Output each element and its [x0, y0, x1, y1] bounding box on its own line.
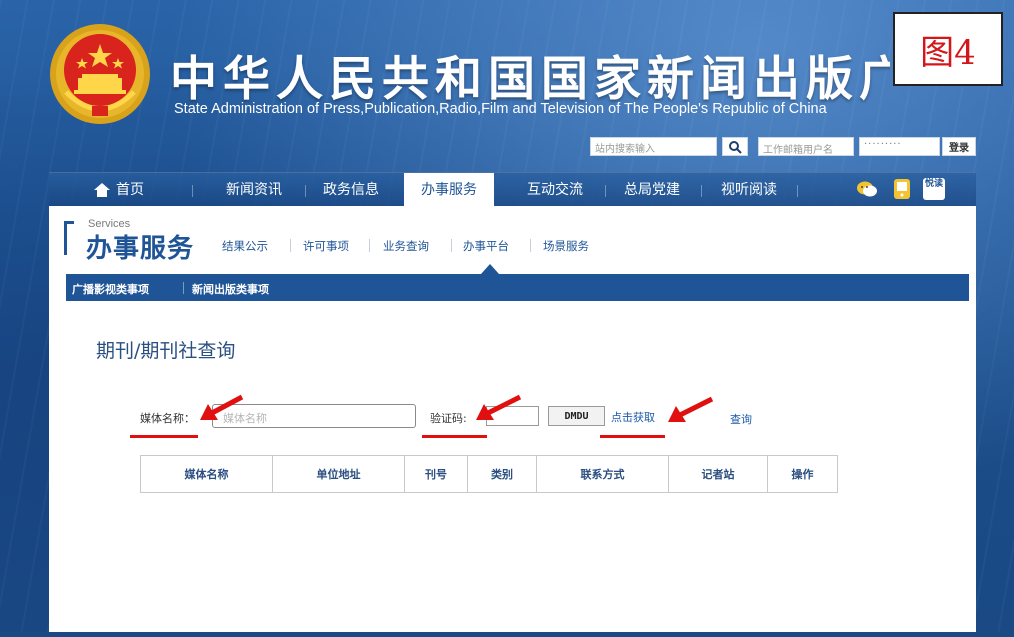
captcha-label: 验证码:	[430, 412, 467, 425]
column-header-address: 单位地址	[272, 455, 405, 493]
nav-item-news[interactable]: 新闻资讯	[214, 173, 294, 207]
annotation-underline	[130, 435, 198, 438]
site-title-english: State Administration of Press,Publicatio…	[174, 101, 827, 117]
nav-divider	[605, 185, 606, 197]
column-header-media-name: 媒体名称	[140, 455, 273, 493]
table-header-row: 媒体名称 单位地址 刊号 类别 联系方式 记者站 操作	[140, 455, 838, 493]
column-header-category: 类别	[467, 455, 537, 493]
subnav-item-scenario[interactable]: 场景服务	[543, 238, 589, 254]
search-icon	[729, 140, 742, 154]
annotation-arrow-icon	[668, 396, 714, 422]
nav-item-government[interactable]: 政务信息	[311, 173, 391, 207]
subnav-item-platform[interactable]: 办事平台	[463, 238, 509, 254]
nav-divider	[701, 185, 702, 197]
column-header-issue-number: 刊号	[404, 455, 468, 493]
subnav-item-results[interactable]: 结果公示	[222, 238, 268, 254]
media-name-label: 媒体名称：	[140, 412, 195, 425]
section-title: 办事服务	[86, 234, 195, 264]
site-title: 中华人民共和国国家新闻出版广电总局	[170, 52, 890, 107]
query-link[interactable]: 查询	[730, 411, 752, 427]
login-button[interactable]: 登录	[942, 137, 976, 156]
mobile-icon[interactable]	[891, 178, 913, 200]
nav-label: 首页	[116, 182, 144, 198]
wechat-icon[interactable]	[856, 178, 878, 200]
annotation-arrow-icon	[476, 394, 522, 420]
annotation-underline	[600, 435, 665, 438]
nav-divider	[305, 185, 306, 197]
subnav-divider	[290, 239, 291, 252]
mail-username-input[interactable]: 工作邮箱用户名	[758, 137, 854, 156]
nav-item-interaction[interactable]: 互动交流	[515, 173, 595, 207]
results-table: 媒体名称 单位地址 刊号 类别 联系方式 记者站 操作	[140, 455, 838, 493]
annotation-arrow-icon	[200, 394, 244, 420]
annotation-underline	[422, 435, 487, 438]
subnav-divider	[451, 239, 452, 252]
home-icon	[94, 183, 110, 197]
column-header-contact: 联系方式	[536, 455, 669, 493]
site-search-input[interactable]: 站内搜索输入	[590, 137, 717, 156]
nav-divider	[192, 185, 193, 197]
category-divider	[183, 282, 184, 294]
captcha-image[interactable]: DMDU	[548, 406, 605, 426]
subnav-divider	[530, 239, 531, 252]
section-bracket	[64, 221, 74, 255]
nav-item-services[interactable]: 办事服务	[404, 173, 494, 207]
search-button[interactable]	[722, 137, 748, 156]
national-emblem-icon	[50, 24, 150, 124]
subnav-divider	[369, 239, 370, 252]
category-item-broadcast[interactable]: 广播影视类事项	[72, 281, 149, 297]
refresh-captcha-link[interactable]: 点击获取	[611, 409, 655, 425]
mail-password-input[interactable]: ·········	[859, 137, 940, 156]
column-header-reporter-station: 记者站	[668, 455, 768, 493]
page-bottom-edge	[0, 632, 1014, 637]
column-header-operation: 操作	[767, 455, 838, 493]
main-nav: 首页 新闻资讯 政务信息 办事服务 互动交流 总局党建 视听阅读 悦读	[49, 172, 976, 207]
reading-icon[interactable]: 悦读	[923, 178, 945, 200]
category-item-publishing[interactable]: 新闻出版类事项	[192, 281, 269, 297]
active-subnav-indicator	[481, 264, 499, 274]
nav-item-party[interactable]: 总局党建	[612, 173, 692, 207]
subnav-item-query[interactable]: 业务查询	[383, 238, 429, 254]
nav-item-media[interactable]: 视听阅读	[709, 173, 789, 207]
figure-label: 图4	[893, 12, 1003, 86]
subnav-item-permits[interactable]: 许可事项	[303, 238, 349, 254]
nav-item-home[interactable]: 首页	[79, 173, 159, 207]
nav-divider	[797, 185, 798, 197]
page-title: 期刊/期刊社查询	[96, 340, 236, 362]
